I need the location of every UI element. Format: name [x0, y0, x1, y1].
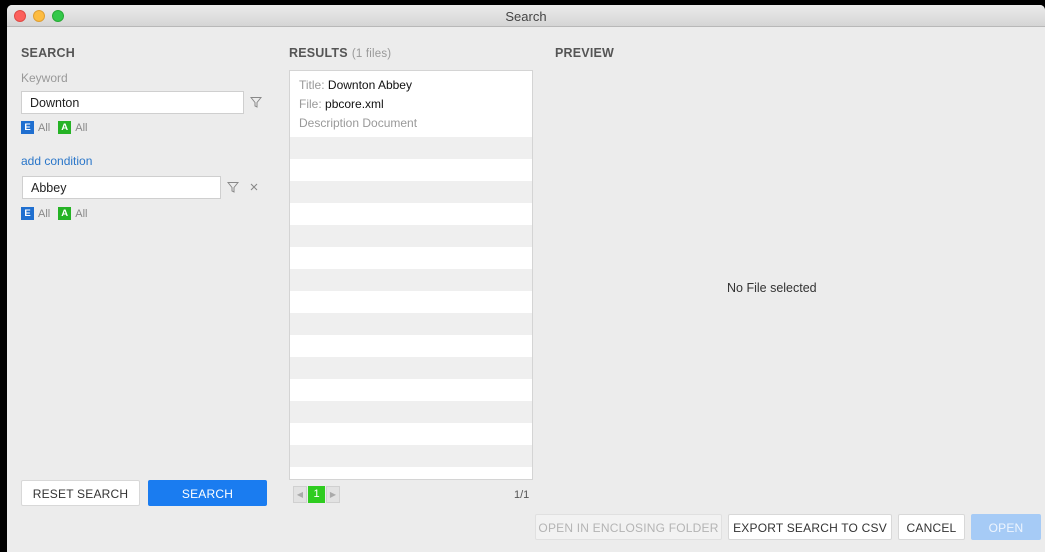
result-description: Description Document: [299, 116, 418, 130]
results-section-title: RESULTS (1 files): [289, 46, 391, 60]
condition-input[interactable]: [22, 176, 221, 199]
remove-condition-icon[interactable]: [249, 182, 259, 192]
attribute-scope-badge[interactable]: A: [58, 207, 72, 220]
empty-row: [290, 291, 532, 313]
prev-page-button[interactable]: ◀: [293, 486, 307, 503]
search-button[interactable]: SEARCH: [148, 480, 267, 506]
empty-row: [290, 203, 532, 225]
element-scope-label[interactable]: All: [38, 122, 50, 134]
empty-row: [290, 423, 532, 445]
pagination: ◀ 1 ▶: [293, 486, 340, 503]
keyword-label: Keyword: [21, 71, 68, 85]
result-file-key: File:: [299, 97, 322, 111]
empty-row: [290, 225, 532, 247]
attribute-scope-label[interactable]: All: [75, 208, 87, 220]
empty-rows: [290, 137, 532, 479]
result-title-value: Downton Abbey: [327, 78, 412, 92]
empty-row: [290, 269, 532, 291]
empty-row: [290, 445, 532, 467]
preview-empty-message: No File selected: [727, 281, 817, 295]
element-scope-badge[interactable]: E: [21, 121, 34, 134]
page-count: 1/1: [514, 489, 530, 501]
element-scope-badge[interactable]: E: [21, 207, 34, 220]
keyword-input[interactable]: [21, 91, 244, 114]
empty-row: [290, 159, 532, 181]
search-window: Search SEARCH Keyword E All A All add co…: [7, 5, 1045, 552]
result-item[interactable]: Title: Downton Abbey File: pbcore.xml De…: [290, 71, 532, 137]
keyword-filter-icon[interactable]: [250, 96, 262, 108]
export-search-to-csv-button[interactable]: EXPORT SEARCH TO CSV: [728, 514, 892, 540]
element-scope-label[interactable]: All: [38, 208, 50, 220]
window-title: Search: [505, 9, 547, 24]
preview-section-title: PREVIEW: [555, 46, 615, 60]
empty-row: [290, 467, 532, 479]
empty-row: [290, 181, 532, 203]
cancel-button[interactable]: CANCEL: [898, 514, 965, 540]
results-list: Title: Downton Abbey File: pbcore.xml De…: [289, 70, 533, 480]
empty-row: [290, 401, 532, 423]
results-count: (1 files): [351, 48, 392, 60]
current-page-button[interactable]: 1: [308, 486, 325, 503]
empty-row: [290, 137, 532, 159]
reset-search-button[interactable]: RESET SEARCH: [21, 480, 140, 506]
attribute-scope-badge[interactable]: A: [58, 121, 72, 134]
results-title: RESULTS: [289, 46, 348, 60]
result-title-line: Title: Downton Abbey: [299, 76, 523, 95]
open-in-enclosing-folder-button[interactable]: OPEN IN ENCLOSING FOLDER: [535, 514, 722, 540]
empty-row: [290, 379, 532, 401]
open-button[interactable]: OPEN: [971, 514, 1041, 540]
search-section-title: SEARCH: [21, 46, 75, 60]
next-page-button[interactable]: ▶: [326, 486, 340, 503]
empty-row: [290, 313, 532, 335]
result-title-key: Title:: [299, 78, 325, 92]
attribute-scope-label[interactable]: All: [75, 122, 87, 134]
add-condition-link[interactable]: add condition: [21, 154, 92, 168]
keyword-scope-row: E All A All: [21, 121, 95, 134]
empty-row: [290, 335, 532, 357]
condition-filter-icon[interactable]: [227, 181, 239, 193]
empty-row: [290, 357, 532, 379]
empty-row: [290, 247, 532, 269]
result-file-value: pbcore.xml: [325, 97, 384, 111]
result-file-line: File: pbcore.xml: [299, 95, 523, 114]
title-bar: Search: [7, 5, 1045, 27]
condition-scope-row: E All A All: [21, 207, 95, 220]
